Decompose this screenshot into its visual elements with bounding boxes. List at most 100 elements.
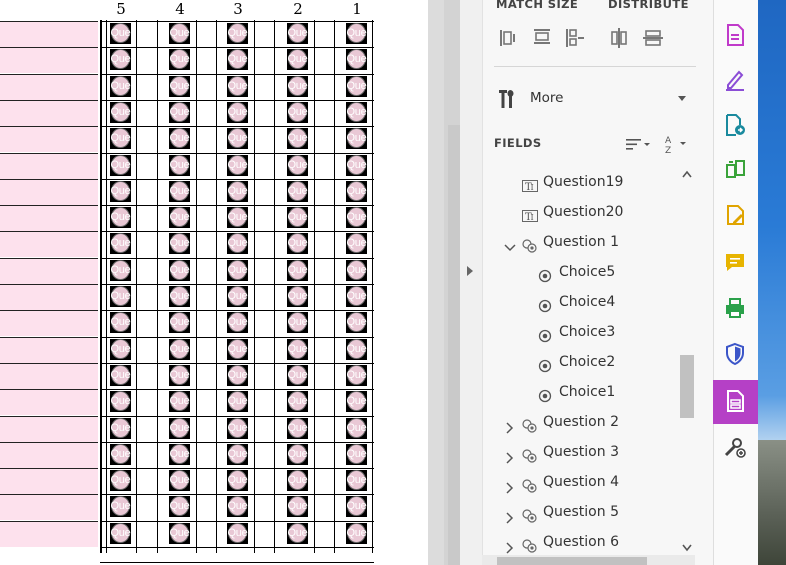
radio-choice-4[interactable]: Que xyxy=(169,233,190,254)
radio-choice-5[interactable]: Que xyxy=(110,207,131,228)
question-text-field[interactable] xyxy=(0,494,98,520)
radio-choice-2[interactable]: Que xyxy=(287,23,308,44)
radio-choice-3[interactable]: Que xyxy=(227,312,248,333)
distribute-vertical-icon[interactable] xyxy=(641,26,665,50)
radio-choice-2[interactable]: Que xyxy=(287,523,308,544)
radio-choice-1[interactable]: Que xyxy=(346,523,367,544)
radio-choice-3[interactable]: Que xyxy=(227,365,248,386)
radio-choice-1[interactable]: Que xyxy=(346,418,367,439)
match-both-icon[interactable] xyxy=(563,26,587,50)
radio-choice-2[interactable]: Que xyxy=(287,339,308,360)
field-choice-item[interactable]: Choice3 xyxy=(482,318,678,346)
radio-choice-4[interactable]: Que xyxy=(169,49,190,70)
radio-choice-4[interactable]: Que xyxy=(169,181,190,202)
question-text-field[interactable] xyxy=(0,416,98,442)
radio-choice-4[interactable]: Que xyxy=(169,76,190,97)
radio-choice-5[interactable]: Que xyxy=(110,286,131,307)
radio-choice-4[interactable]: Que xyxy=(169,444,190,465)
radio-choice-3[interactable]: Que xyxy=(227,286,248,307)
question-text-field[interactable] xyxy=(0,21,98,47)
radio-choice-1[interactable]: Que xyxy=(346,155,367,176)
document-scroll-thumb[interactable] xyxy=(448,125,460,565)
field-choice-item[interactable]: Choice1 xyxy=(482,378,678,406)
radio-choice-5[interactable]: Que xyxy=(110,181,131,202)
radio-choice-1[interactable]: Que xyxy=(346,391,367,412)
question-text-field[interactable] xyxy=(0,74,98,100)
chevron-right-icon[interactable] xyxy=(504,416,516,434)
radio-choice-4[interactable]: Que xyxy=(169,286,190,307)
field-group-item[interactable]: Question 6 xyxy=(482,528,678,556)
radio-choice-1[interactable]: Que xyxy=(346,23,367,44)
field-group-item[interactable]: Question 1 xyxy=(482,228,678,256)
field-choice-item[interactable]: Choice5 xyxy=(482,258,678,286)
radio-choice-2[interactable]: Que xyxy=(287,76,308,97)
question-text-field[interactable] xyxy=(0,284,98,310)
radio-choice-4[interactable]: Que xyxy=(169,102,190,123)
field-group-item[interactable]: Question 2 xyxy=(482,408,678,436)
radio-choice-1[interactable]: Que xyxy=(346,365,367,386)
radio-choice-3[interactable]: Que xyxy=(227,76,248,97)
radio-choice-2[interactable]: Que xyxy=(287,181,308,202)
chevron-right-icon[interactable] xyxy=(504,476,516,494)
question-text-field[interactable] xyxy=(0,258,98,284)
radio-choice-5[interactable]: Que xyxy=(110,49,131,70)
field-item[interactable]: T I Question20 xyxy=(482,198,678,226)
question-text-field[interactable] xyxy=(0,389,98,415)
distribute-horizontal-icon[interactable] xyxy=(607,26,631,50)
radio-choice-3[interactable]: Que xyxy=(227,260,248,281)
radio-choice-4[interactable]: Que xyxy=(169,496,190,517)
field-item[interactable]: T I Question19 xyxy=(482,168,678,196)
radio-choice-3[interactable]: Que xyxy=(227,207,248,228)
radio-choice-3[interactable]: Que xyxy=(227,102,248,123)
field-choice-item[interactable]: Choice2 xyxy=(482,348,678,376)
radio-choice-1[interactable]: Que xyxy=(346,312,367,333)
fields-hscroll-thumb[interactable] xyxy=(497,557,647,565)
radio-choice-5[interactable]: Que xyxy=(110,102,131,123)
question-text-field[interactable] xyxy=(0,337,98,363)
radio-choice-3[interactable]: Que xyxy=(227,339,248,360)
fields-scroll-thumb[interactable] xyxy=(680,355,694,418)
radio-choice-4[interactable]: Que xyxy=(169,155,190,176)
radio-choice-3[interactable]: Que xyxy=(227,49,248,70)
radio-choice-5[interactable]: Que xyxy=(110,444,131,465)
radio-choice-3[interactable]: Que xyxy=(227,496,248,517)
radio-choice-4[interactable]: Que xyxy=(169,470,190,491)
radio-choice-2[interactable]: Que xyxy=(287,102,308,123)
field-group-item[interactable]: Question 3 xyxy=(482,438,678,466)
radio-choice-2[interactable]: Que xyxy=(287,444,308,465)
radio-choice-1[interactable]: Que xyxy=(346,470,367,491)
radio-choice-4[interactable]: Que xyxy=(169,523,190,544)
radio-choice-4[interactable]: Que xyxy=(169,312,190,333)
question-text-field[interactable] xyxy=(0,100,98,126)
radio-choice-2[interactable]: Que xyxy=(287,155,308,176)
radio-choice-1[interactable]: Que xyxy=(346,286,367,307)
radio-choice-1[interactable]: Que xyxy=(346,207,367,228)
radio-choice-3[interactable]: Que xyxy=(227,444,248,465)
field-group-item[interactable]: Question 4 xyxy=(482,468,678,496)
chevron-right-icon[interactable] xyxy=(504,536,516,554)
radio-choice-1[interactable]: Que xyxy=(346,181,367,202)
radio-choice-4[interactable]: Que xyxy=(169,365,190,386)
radio-choice-5[interactable]: Que xyxy=(110,76,131,97)
question-text-field[interactable] xyxy=(0,310,98,336)
radio-choice-4[interactable]: Que xyxy=(169,391,190,412)
radio-choice-5[interactable]: Que xyxy=(110,155,131,176)
question-text-field[interactable] xyxy=(0,126,98,152)
radio-choice-2[interactable]: Que xyxy=(287,286,308,307)
radio-choice-3[interactable]: Que xyxy=(227,523,248,544)
sort-order-icon[interactable] xyxy=(626,136,652,152)
radio-choice-1[interactable]: Que xyxy=(346,128,367,149)
protect-tool-button[interactable] xyxy=(713,333,758,375)
radio-choice-5[interactable]: Que xyxy=(110,312,131,333)
radio-choice-1[interactable]: Que xyxy=(346,260,367,281)
radio-choice-3[interactable]: Que xyxy=(227,181,248,202)
radio-choice-3[interactable]: Que xyxy=(227,391,248,412)
question-text-field[interactable] xyxy=(0,468,98,494)
radio-choice-5[interactable]: Que xyxy=(110,418,131,439)
radio-choice-3[interactable]: Que xyxy=(227,155,248,176)
radio-choice-2[interactable]: Que xyxy=(287,391,308,412)
radio-choice-1[interactable]: Que xyxy=(346,339,367,360)
question-text-field[interactable] xyxy=(0,521,98,547)
print-production-tool-button[interactable] xyxy=(713,287,758,329)
question-text-field[interactable] xyxy=(0,205,98,231)
